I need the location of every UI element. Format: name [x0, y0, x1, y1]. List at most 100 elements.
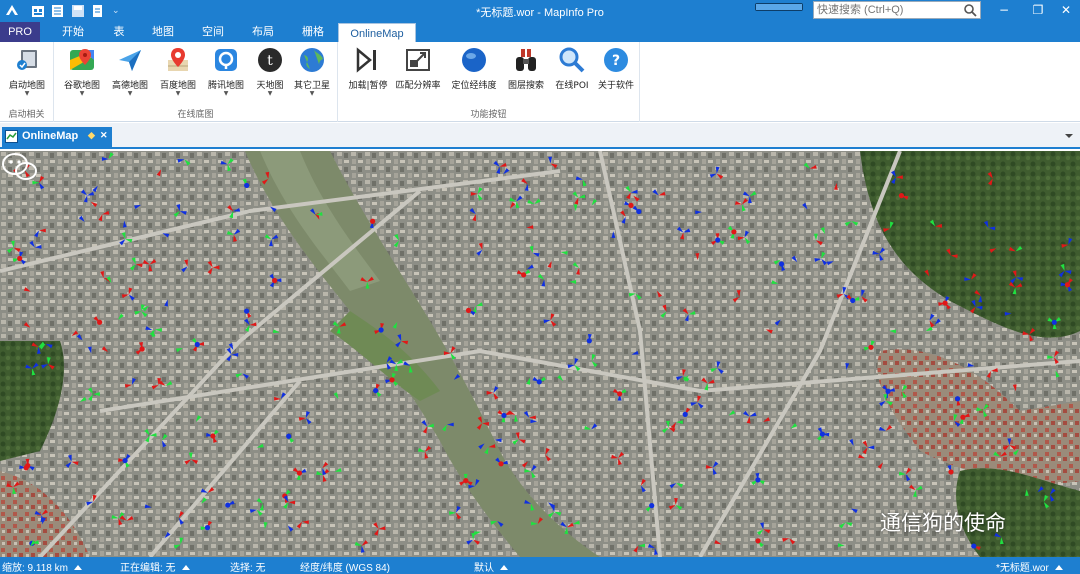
tencent-map-icon: [215, 49, 237, 71]
group-online-basemap: 谷歌地图 ▼ 高德地图 ▼ 百度地图 ▼ 腾讯地图 ▼ t 天地图 ▼ 其它卫星…: [54, 42, 338, 122]
cell-site-dot: [204, 525, 211, 531]
cell-site-dot: [755, 538, 761, 544]
satellite-basemap: [0, 151, 1080, 557]
cell-site-dot: [139, 346, 145, 352]
cell-site-dot: [389, 377, 395, 383]
chevron-down-icon: ▼: [24, 90, 30, 97]
tab-list-dropdown-icon[interactable]: [1064, 131, 1074, 141]
dropdown-arrow-icon: [181, 565, 190, 570]
cell-site-dot: [498, 461, 504, 467]
about-software-label: 关于软件: [597, 81, 634, 91]
cell-site-dot: [272, 277, 278, 284]
title-bar: ⌄ *无标题.wor - MapInfo Pro − ❐ ✕: [0, 0, 1080, 22]
google-maps-button[interactable]: 谷歌地图 ▼: [58, 46, 106, 104]
cell-site-dot: [244, 308, 250, 314]
load-pause-label: 加载|暂停: [348, 81, 388, 91]
layer-search-button[interactable]: 图层搜索: [502, 46, 550, 104]
online-poi-button[interactable]: 在线POI: [548, 46, 596, 104]
pin-icon[interactable]: ◆: [88, 130, 95, 141]
document-tab-onlinemap[interactable]: OnlineMap ◆ ✕: [2, 127, 112, 147]
status-selection: 选择: 无: [230, 563, 266, 574]
cell-site-dot: [378, 327, 384, 333]
cell-site-dot: [521, 272, 527, 278]
status-editing[interactable]: 正在编辑: 无: [120, 559, 190, 574]
quick-search[interactable]: [813, 1, 981, 19]
wechat-logo-icon: [2, 153, 37, 180]
map-view[interactable]: [0, 151, 1080, 557]
tianditu-icon: t: [258, 48, 282, 72]
cell-site-dot: [501, 412, 507, 419]
close-button[interactable]: ✕: [1052, 0, 1080, 20]
match-resolution-button[interactable]: 匹配分辨率: [394, 46, 442, 104]
chevron-down-icon: ▼: [127, 90, 133, 97]
cell-site-dot: [628, 202, 634, 208]
cell-site-dot: [97, 319, 103, 325]
restore-button[interactable]: ❐: [1024, 0, 1052, 20]
tab-layout[interactable]: 布局: [242, 22, 284, 42]
tab-raster[interactable]: 栅格: [292, 22, 334, 42]
cell-site-dot: [649, 503, 655, 509]
status-bar: 缩放: 9.118 km 正在编辑: 无 选择: 无 经度/纬度 (WGS 84…: [0, 557, 1080, 574]
tab-pro[interactable]: PRO: [0, 22, 40, 42]
search-icon[interactable]: [963, 3, 977, 17]
cell-site-dot: [194, 341, 200, 348]
match-resolution-label: 匹配分辨率: [395, 81, 441, 91]
minimize-button[interactable]: −: [990, 0, 1018, 20]
cell-site-dot: [286, 433, 292, 439]
chevron-down-icon: ▼: [79, 90, 85, 97]
cell-site-dot: [1051, 319, 1057, 325]
tianditu-button[interactable]: t 天地图 ▼: [246, 46, 294, 104]
satellite-globe-icon: [300, 48, 324, 72]
tencent-map-button[interactable]: 腾讯地图 ▼: [202, 46, 250, 104]
cell-site-dot: [942, 300, 948, 306]
cell-site-dot: [885, 388, 891, 394]
cell-site-dot: [210, 433, 216, 439]
load-pause-button[interactable]: 加载|暂停: [344, 46, 392, 104]
status-projection[interactable]: 经度/纬度 (WGS 84): [300, 559, 390, 574]
dropdown-arrow-icon: [500, 565, 508, 570]
chevron-down-icon: ▼: [267, 90, 273, 97]
cell-site-dot: [636, 208, 642, 215]
cell-site-dot: [960, 414, 966, 420]
cell-site-dot: [1064, 282, 1071, 288]
cell-site-dot: [465, 307, 472, 314]
group-launch: 启动地图 ▼ 启动相关: [0, 42, 54, 122]
google-maps-icon: [70, 49, 94, 70]
locate-latlon-button[interactable]: 定位经纬度: [450, 46, 498, 104]
baidu-map-button[interactable]: 百度地图 ▼: [154, 46, 202, 104]
chevron-down-icon: ▼: [223, 90, 229, 97]
cell-site-dot: [868, 344, 874, 350]
close-tab-icon[interactable]: ✕: [100, 130, 108, 141]
about-software-button[interactable]: ? 关于软件: [592, 46, 640, 104]
cell-site-dot: [682, 411, 688, 418]
match-resolution-icon: [406, 49, 430, 71]
cell-site-dot: [536, 379, 542, 385]
cell-site-dot: [954, 396, 961, 402]
group-title-basemap: 在线底图: [177, 110, 214, 120]
status-zoom[interactable]: 缩放: 9.118 km: [2, 559, 82, 574]
dropdown-arrow-icon: [73, 565, 82, 570]
cell-site-dot: [370, 218, 376, 224]
svg-text:t: t: [267, 53, 273, 69]
amap-button[interactable]: 高德地图 ▼: [106, 46, 154, 104]
cell-site-dot: [617, 391, 623, 397]
chevron-down-icon: ▼: [175, 90, 181, 97]
cell-site-dot: [23, 465, 29, 471]
ribbon-panel: 启动地图 ▼ 启动相关 谷歌地图 ▼ 高德地图 ▼ 百度地图 ▼ 腾讯地图 ▼ …: [0, 42, 1080, 122]
cell-site-dot: [17, 255, 23, 262]
layer-search-label: 图层搜索: [507, 81, 544, 91]
svg-text:?: ?: [612, 53, 620, 69]
tab-onlinemap[interactable]: OnlineMap: [338, 23, 416, 43]
tab-spatial[interactable]: 空间: [192, 22, 234, 42]
play-pause-icon: [356, 47, 376, 73]
status-workspace[interactable]: *无标题.wor: [996, 559, 1063, 574]
tab-map[interactable]: 地图: [142, 22, 184, 42]
search-input[interactable]: [814, 2, 954, 18]
launch-map-button[interactable]: 启动地图 ▼: [3, 46, 51, 104]
cell-site-dot: [122, 457, 128, 464]
document-tab-label: OnlineMap: [22, 130, 79, 142]
tab-table[interactable]: 表: [104, 22, 134, 42]
tab-home[interactable]: 开始: [52, 22, 94, 42]
other-satellite-button[interactable]: 其它卫星 ▼: [288, 46, 336, 104]
status-style[interactable]: 默认: [474, 559, 508, 574]
